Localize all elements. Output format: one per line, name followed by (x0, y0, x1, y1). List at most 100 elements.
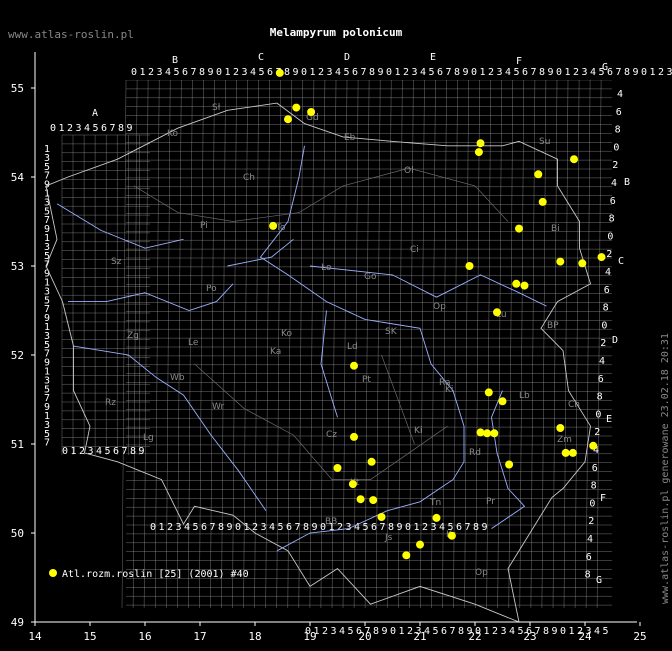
grid-column-letter: E (430, 52, 436, 63)
grid-digit: 9 (139, 446, 145, 457)
grid-digit: 3 (157, 67, 163, 78)
region-label: Lg (143, 433, 154, 443)
region-label: Ld (347, 342, 358, 352)
occurrence-point (483, 429, 492, 438)
region-label: Po (206, 284, 217, 294)
grid-digit: 6 (352, 67, 358, 78)
grid-digit: 2 (612, 160, 618, 171)
grid-digit: 4 (269, 522, 275, 533)
grid-digit: 3 (327, 67, 333, 78)
grid-digit: 0 (589, 498, 595, 509)
grid-digit: 6 (286, 522, 292, 533)
grid-digit: 1 (159, 522, 165, 533)
grid-digit: 6 (267, 67, 273, 78)
y-tick-label: 55 (11, 82, 24, 95)
grid-digit: 0 (235, 522, 241, 533)
occurrence-point (350, 361, 358, 370)
x-tick-label: 21 (413, 630, 426, 643)
grid-digit: 2 (337, 522, 343, 533)
grid-digit: 6 (456, 522, 462, 533)
region-label: Rz (105, 398, 116, 408)
x-tick-label: 24 (578, 630, 592, 643)
x-tick-label: 18 (248, 630, 261, 643)
occurrence-point (534, 170, 543, 179)
grid-digit: 8 (284, 67, 290, 78)
grid-digit: 3 (76, 123, 82, 134)
grid-digit: 7 (295, 522, 301, 533)
x-tick-label: 14 (28, 630, 42, 643)
region-label: Sł (212, 103, 221, 113)
grid-digit: 6 (598, 374, 604, 385)
grid-digit: 2 (658, 67, 664, 78)
grid-digit: 9 (552, 626, 558, 637)
region-label: Op (433, 302, 446, 312)
grid-digit: 9 (127, 123, 133, 134)
grid-digit: 2 (407, 626, 413, 637)
grid-digit: 4 (335, 67, 341, 78)
grid-digit: 6 (437, 67, 443, 78)
grid-digit: 1 (225, 67, 231, 78)
region-label: BP (547, 321, 559, 331)
occurrence-point (520, 281, 529, 290)
occurrence-point (568, 448, 577, 457)
grid-digit: 8 (118, 123, 124, 134)
y-tick-label: 49 (11, 616, 24, 629)
grid-digit: 5 (344, 67, 350, 78)
occurrence-point (589, 441, 598, 450)
region-label: Op (475, 568, 488, 578)
region-label: SK (385, 327, 398, 337)
grid-digit: 6 (371, 522, 377, 533)
grid-digit: 7 (122, 446, 128, 457)
region-label: Go (364, 272, 377, 282)
grid-digit: 9 (293, 67, 299, 78)
occurrence-point (556, 424, 565, 432)
grid-digit: 1 (480, 67, 486, 78)
grid-digit: 8 (539, 67, 545, 78)
site-url[interactable]: www.atlas-roslin.pl (8, 28, 134, 41)
grid-digit: 4 (594, 626, 600, 637)
grid-digit: 8 (454, 67, 460, 78)
occurrence-point (561, 448, 570, 457)
grid-digit: 5 (278, 522, 284, 533)
grid-digit: 2 (573, 67, 579, 78)
grid-column-letter: A (92, 108, 98, 119)
grid-column-letter: B (172, 55, 178, 66)
grid-digit: 0 (150, 522, 156, 533)
map-features (45, 102, 592, 623)
grid-digit: 5 (363, 522, 369, 533)
grid-digit: 2 (600, 338, 606, 349)
admin-boundary (381, 354, 415, 445)
occurrence-point (367, 457, 376, 466)
grid-digit: 8 (609, 214, 615, 225)
grid-digit: 0 (601, 320, 607, 331)
grid-digit: 5 (105, 446, 111, 457)
grid-digit: 7 (450, 626, 456, 637)
occurrence-point (333, 464, 342, 472)
legend: Atl.rozm.roslin [25] (2001) #40 (49, 569, 249, 580)
grid-digit: 1 (569, 626, 575, 637)
grid-digit: 3 (331, 626, 337, 637)
grid-digit: 0 (560, 626, 566, 637)
grid-digit: 8 (585, 570, 591, 581)
grid-digit: 0 (131, 67, 137, 78)
grid-digit: 3 (412, 67, 418, 78)
country-border (45, 102, 592, 623)
river-line (491, 390, 526, 529)
occurrence-point (402, 551, 411, 560)
grid-digit: 6 (201, 522, 207, 533)
grid-digit: 9 (382, 626, 388, 637)
occurrence-point (356, 495, 365, 504)
grid-digit: 1 (59, 123, 65, 134)
grid-line (519, 79, 525, 609)
grid-digit: 0 (613, 142, 619, 153)
occurrence-point (578, 259, 587, 268)
occurrence-point (377, 513, 386, 521)
y-tick-label: 53 (11, 260, 24, 273)
grid-row-letter: C (618, 256, 624, 267)
grid-digit: 8 (543, 626, 549, 637)
grid-digit: 1 (565, 67, 571, 78)
grid-digit: 9 (633, 67, 639, 78)
grid-digit: 4 (505, 67, 511, 78)
grid-line (143, 79, 149, 609)
occurrence-point (416, 540, 424, 549)
